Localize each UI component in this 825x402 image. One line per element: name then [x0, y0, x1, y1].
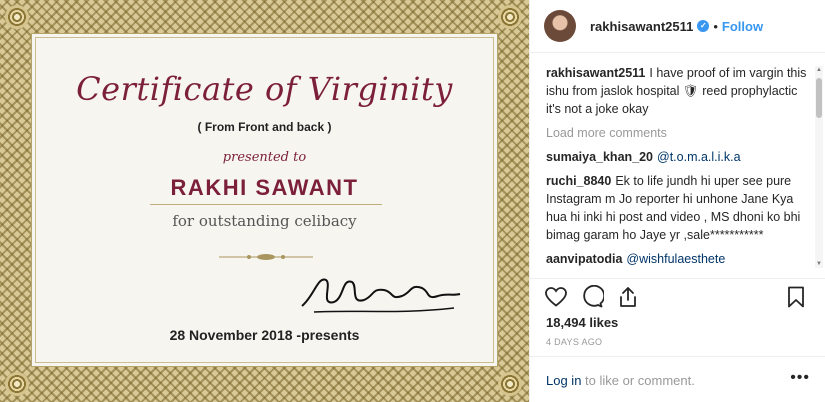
share-icon[interactable]: [616, 285, 640, 309]
signature-image: [301, 278, 461, 313]
rosette-ornament: [498, 5, 522, 29]
comment-username[interactable]: ruchi_8840: [546, 174, 611, 188]
certificate-recipient-name: RAKHI SAWANT: [170, 175, 359, 200]
comment-username[interactable]: sumaiya_khan_20: [546, 150, 653, 164]
comment-icon[interactable]: [580, 285, 604, 309]
comment-mention[interactable]: @wishfulaesthete: [626, 252, 725, 266]
caption-username[interactable]: rakhisawant2511: [546, 66, 645, 80]
comments-scrollbar[interactable]: ▲ ▼: [815, 66, 823, 268]
caption: rakhisawant2511 I have proof of im vargin…: [546, 64, 814, 118]
certificate-paper: Certificate of Virginity ( From Front an…: [31, 33, 498, 367]
scroll-down-arrow-icon[interactable]: ▼: [815, 260, 823, 268]
certificate-date: 28 November 2018 -presents: [169, 327, 360, 343]
comments-list: rakhisawant2511 I have proof of im vargin…: [546, 64, 814, 270]
post-panel: rakhisawant2511 ✓ • Follow rakhisawant25…: [529, 0, 825, 402]
comment-username[interactable]: aanvipatodia: [546, 252, 622, 266]
comment-mention[interactable]: @t.o.m.a.l.i.k.a: [657, 150, 741, 164]
likes-count[interactable]: 18,494 likes: [546, 315, 618, 330]
comment-item: aanvipatodia @wishfulaesthete: [546, 250, 814, 268]
follow-button[interactable]: Follow: [722, 19, 763, 34]
rosette-ornament: [5, 372, 29, 396]
certificate-subtitle: ( From Front and back ): [197, 120, 332, 134]
flourish-ornament: [219, 254, 313, 260]
header-username[interactable]: rakhisawant2511: [590, 19, 693, 34]
heart-icon[interactable]: [544, 285, 568, 309]
separator-dot: •: [713, 18, 718, 34]
avatar[interactable]: [544, 10, 576, 42]
login-link[interactable]: Log in: [546, 373, 581, 388]
bookmark-icon[interactable]: [784, 285, 808, 309]
more-options-icon[interactable]: •••: [790, 369, 810, 387]
action-bar: [530, 278, 825, 314]
load-more-comments-button[interactable]: Load more comments: [546, 124, 814, 142]
comment-footer: Log in to like or comment. •••: [530, 356, 825, 402]
comment-item: ruchi_8840 Ek to life jundh hi uper see p…: [546, 172, 814, 244]
verified-badge-icon: ✓: [697, 20, 710, 32]
post-timestamp[interactable]: 4 DAYS AGO: [546, 337, 602, 347]
rosette-ornament: [498, 372, 522, 396]
certificate-presented-label: presented to: [222, 150, 307, 165]
login-prompt-text: to like or comment.: [581, 373, 695, 388]
certificate-reason: for outstanding celibacy: [172, 212, 357, 230]
scrollbar-thumb[interactable]: [816, 78, 822, 118]
post-header: rakhisawant2511 ✓ • Follow: [530, 0, 825, 53]
rosette-ornament: [5, 5, 29, 29]
comment-item: sumaiya_khan_20 @t.o.m.a.l.i.k.a: [546, 148, 814, 166]
divider: [150, 204, 382, 205]
login-prompt: Log in to like or comment.: [546, 373, 695, 388]
post-image[interactable]: Certificate of Virginity ( From Front an…: [0, 0, 529, 402]
scroll-up-arrow-icon[interactable]: ▲: [815, 66, 823, 74]
certificate-title: Certificate of Virginity: [76, 70, 453, 108]
